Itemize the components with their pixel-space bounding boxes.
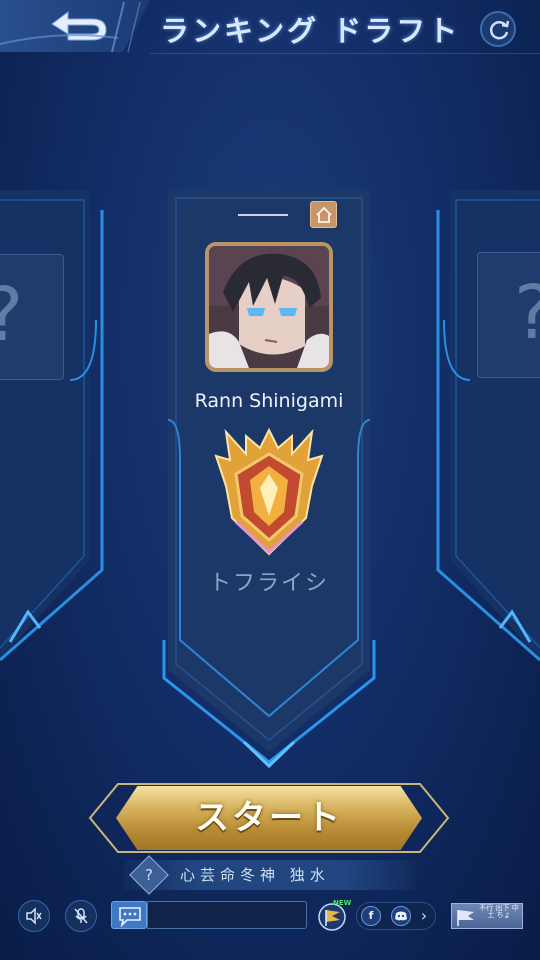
discord-button[interactable] [391,906,411,926]
chat-bubble-icon [119,907,141,927]
start-button-label: スタート [195,798,343,838]
event-new-badge: NEW [333,899,352,907]
speaker-toggle-button[interactable] [18,900,50,932]
player-name: Rann Shinigami [194,390,344,412]
rank-name: トフライシ [208,571,329,596]
microphone-muted-icon [74,908,88,924]
microphone-toggle-button[interactable] [65,900,97,932]
anime-character-avatar-image [209,246,329,368]
player-avatar[interactable] [205,242,333,372]
player-title-line [238,214,288,216]
chat-input[interactable] [147,901,307,929]
home-button[interactable] [310,201,337,228]
social-more-chevron-icon[interactable]: › [418,906,430,926]
speaker-muted-icon [26,907,42,925]
notice-help-icon: ? [145,866,153,884]
guild-flag-icon [457,910,474,926]
rank-emblem-icon [214,427,324,556]
discord-icon [395,911,407,921]
home-icon [316,206,332,223]
start-button-container: スタート [86,780,452,856]
chat-button[interactable] [111,901,147,929]
guild-label: 不行 出下 中土 ちょ [479,904,519,919]
facebook-icon: f [368,909,374,922]
notice-text: 心芸命冬神 独水 [180,866,330,884]
